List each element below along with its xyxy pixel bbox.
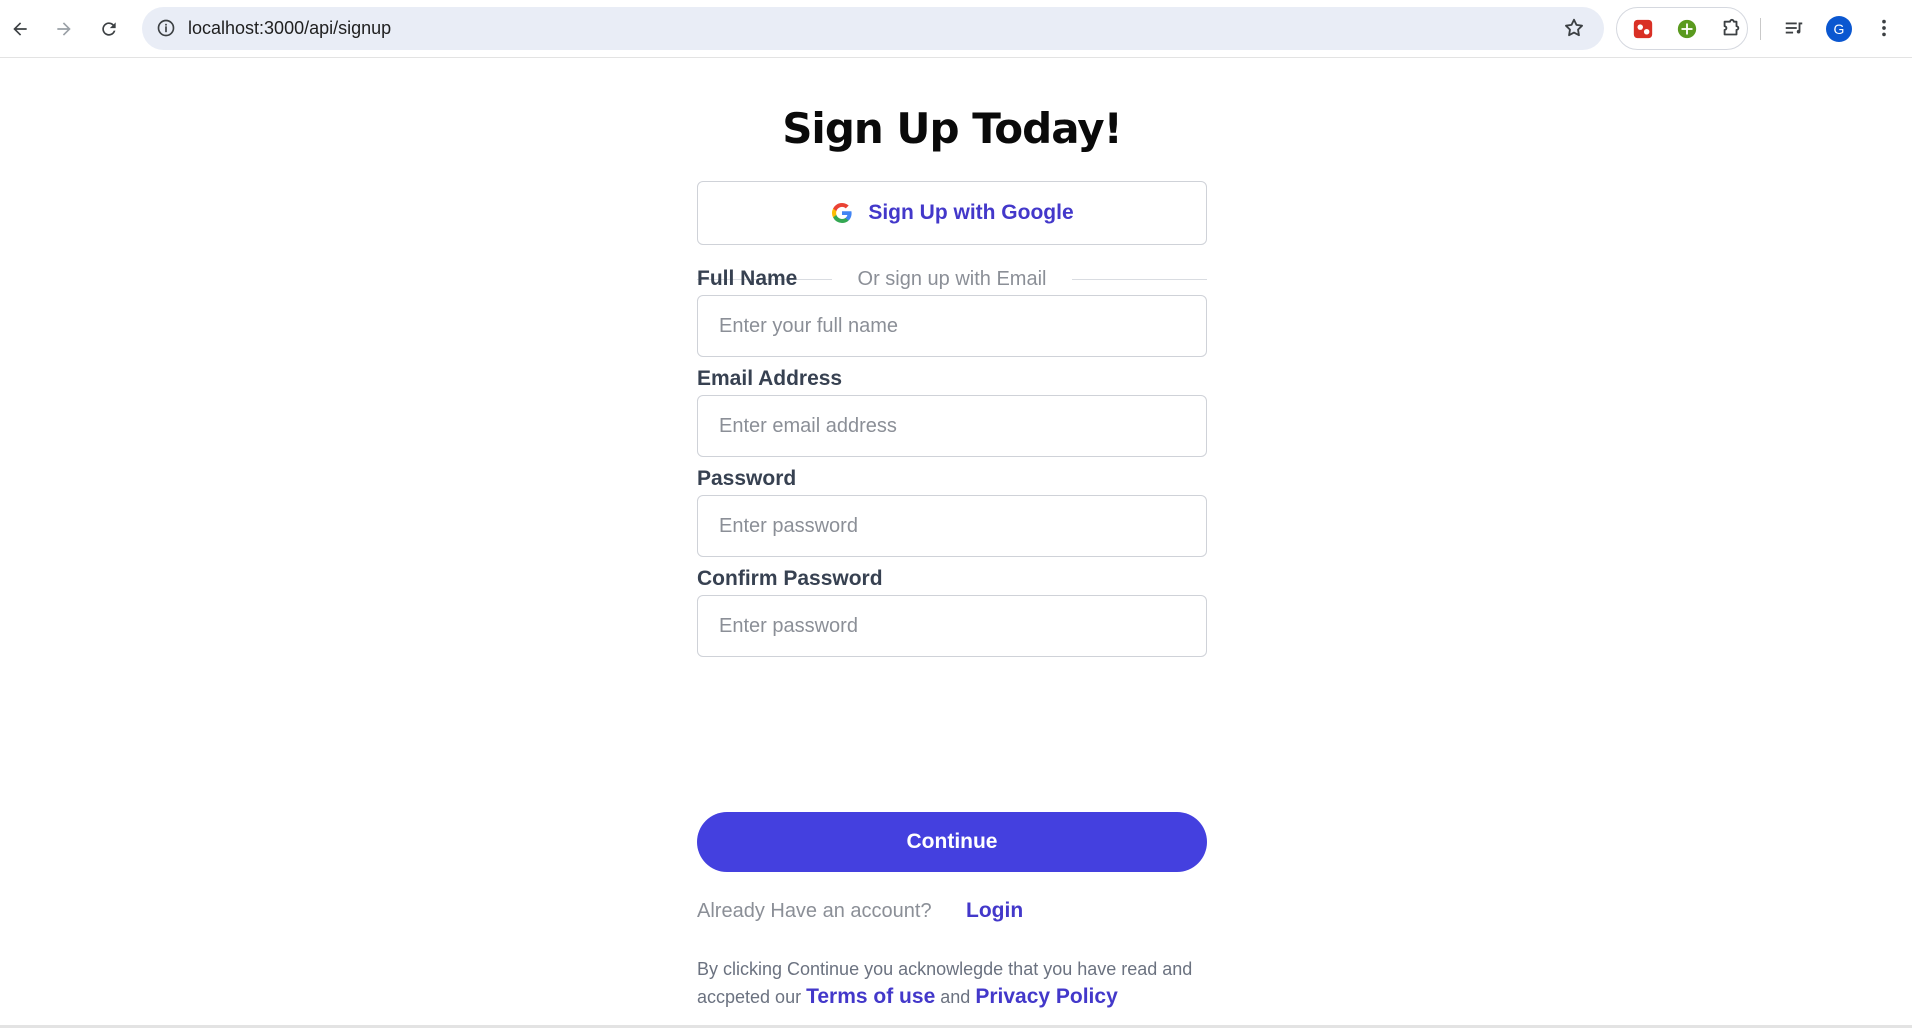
email-input[interactable] [697, 395, 1207, 457]
full-name-label: Full Name [697, 267, 798, 290]
back-icon [13, 22, 27, 36]
password-label: Password [697, 467, 797, 490]
bookmark-star-icon[interactable] [1562, 16, 1586, 40]
confirm-password-input[interactable] [697, 595, 1207, 657]
google-logo-icon [832, 202, 852, 223]
extension-green-plus-icon[interactable] [1675, 17, 1699, 41]
login-link[interactable]: Login [966, 899, 1023, 923]
password-input[interactable] [697, 495, 1207, 557]
continue-button[interactable]: Continue [697, 812, 1207, 872]
legal-notice: By clicking Continue you acknowlegde tha… [697, 955, 1207, 1011]
reload-button[interactable] [92, 12, 126, 46]
divider-line-right [1072, 279, 1207, 280]
page-title: Sign Up Today! [782, 104, 1123, 153]
reload-icon [102, 22, 116, 36]
back-button[interactable] [3, 12, 37, 46]
menu-kebab-icon[interactable] [1872, 16, 1896, 40]
browser-toolbar: localhost:3000/api/signup G [0, 0, 1912, 58]
forward-button[interactable] [47, 12, 81, 46]
toolbar-divider [1760, 18, 1761, 40]
extension-red-icon[interactable] [1631, 17, 1655, 41]
email-label: Email Address [697, 367, 843, 390]
extensions-area [1616, 7, 1748, 50]
google-signup-label: Sign Up with Google [868, 201, 1074, 224]
google-signup-button[interactable]: Sign Up with Google [697, 181, 1207, 245]
site-info-icon[interactable] [154, 16, 178, 40]
forward-icon [57, 22, 71, 36]
have-account-text: Already Have an account? [697, 900, 932, 922]
privacy-link[interactable]: Privacy Policy [975, 985, 1117, 1008]
extensions-puzzle-icon[interactable] [1719, 17, 1743, 41]
legal-and: and [940, 987, 971, 1007]
terms-link[interactable]: Terms of use [806, 985, 935, 1008]
full-name-input[interactable] [697, 295, 1207, 357]
confirm-password-label: Confirm Password [697, 567, 883, 590]
address-bar[interactable]: localhost:3000/api/signup [142, 7, 1604, 50]
url-text[interactable]: localhost:3000/api/signup [188, 18, 391, 39]
reading-list-icon[interactable] [1782, 16, 1806, 40]
profile-avatar[interactable]: G [1826, 16, 1852, 42]
